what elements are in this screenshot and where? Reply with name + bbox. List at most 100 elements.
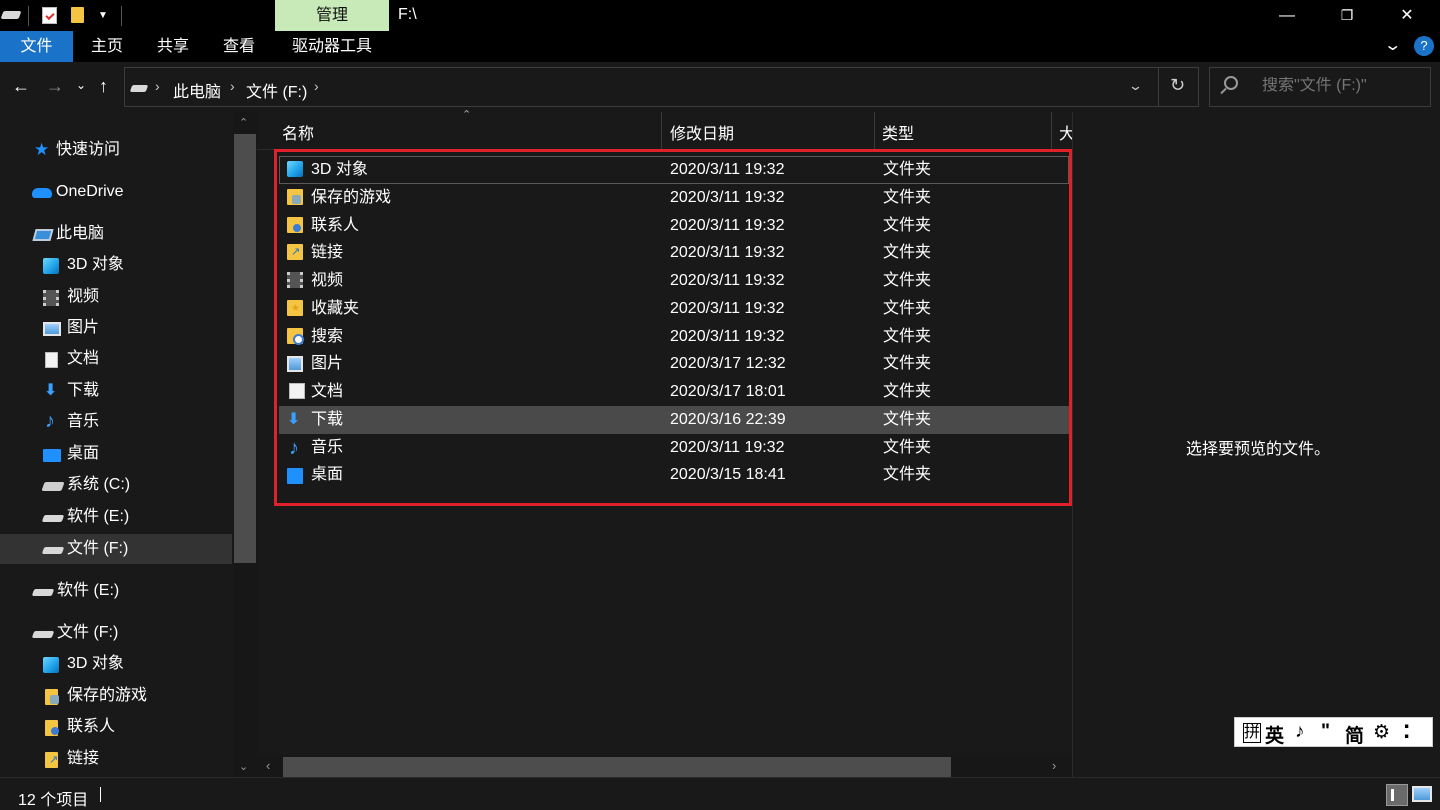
new-folder-icon[interactable] — [71, 7, 84, 23]
nav-scrollbar[interactable]: ⌃ ⌄ — [233, 112, 257, 777]
nav-label: 联系人 — [67, 718, 116, 735]
column-divider[interactable] — [1051, 112, 1052, 150]
nav-desktop[interactable]: 桌面 — [43, 439, 223, 469]
nav-scrollbar-thumb[interactable] — [234, 134, 256, 563]
chevron-right-icon[interactable]: › — [230, 78, 235, 94]
refresh-icon[interactable]: ↻ — [1170, 75, 1185, 96]
nav-label: 下载 — [67, 382, 100, 399]
nav-onedrive[interactable]: OneDrive — [32, 177, 222, 207]
nav-label: 文档 — [67, 350, 100, 367]
ime-fullwidth-icon[interactable]: " — [1321, 721, 1330, 743]
scroll-down-icon[interactable]: ⌄ — [239, 760, 248, 773]
scroll-up-icon[interactable]: ⌃ — [239, 116, 248, 129]
nav-3d-objects[interactable]: 3D 对象 — [43, 250, 223, 280]
nav-drive-f-root[interactable]: 文件 (F:) — [31, 618, 223, 648]
nav-label: 3D 对象 — [67, 256, 124, 273]
divider — [28, 6, 29, 26]
search-box[interactable] — [1209, 67, 1431, 107]
column-type[interactable]: 类型 — [882, 120, 914, 144]
help-icon[interactable]: ? — [1414, 36, 1434, 56]
ime-english-icon[interactable]: 英 — [1265, 721, 1284, 748]
music-icon: ♪ — [45, 410, 55, 432]
nav-documents[interactable]: 文档 — [43, 344, 223, 374]
nav-label: 链接 — [67, 750, 100, 767]
chevron-right-icon[interactable]: › — [314, 78, 319, 94]
nav-label: 视频 — [67, 288, 100, 305]
address-bar[interactable]: › 此电脑 › 文件 (F:) › ⌄ ↻ — [124, 67, 1199, 107]
cloud-icon — [32, 188, 52, 198]
nav-label: 软件 (E:) — [67, 508, 130, 525]
properties-icon[interactable] — [42, 7, 57, 24]
ime-punctuation-icon[interactable]: ♪ — [1295, 721, 1305, 743]
nav-drive-e-root[interactable]: 软件 (E:) — [31, 576, 223, 606]
tab-manage[interactable]: 管理 — [275, 0, 389, 31]
nav-pictures[interactable]: 图片 — [43, 313, 223, 343]
tab-view[interactable]: 查看 — [210, 31, 268, 62]
search-input[interactable] — [1262, 77, 1422, 95]
title-bar: ▼ 管理 F:\ — ❐ ✕ — [0, 0, 1440, 31]
close-button[interactable]: ✕ — [1377, 0, 1437, 31]
nav-f-saved-games[interactable]: 保存的游戏 — [43, 681, 223, 711]
scroll-right-icon[interactable]: › — [1052, 758, 1056, 773]
back-icon[interactable]: ← — [12, 76, 30, 97]
tab-drive-tools[interactable]: 驱动器工具 — [275, 31, 389, 62]
drive-icon — [31, 631, 55, 638]
nav-label: 保存的游戏 — [67, 687, 148, 704]
drive-icon — [41, 547, 65, 554]
customize-quick-access-icon[interactable]: ▼ — [98, 10, 108, 21]
chevron-down-icon[interactable]: ⌄ — [1128, 78, 1143, 94]
column-divider[interactable] — [874, 112, 875, 150]
3d-objects-icon — [43, 657, 59, 673]
contacts-icon — [45, 720, 59, 736]
nav-drive-c[interactable]: 系统 (C:) — [41, 470, 223, 500]
nav-f-links[interactable]: 链接 — [43, 744, 223, 774]
search-icon — [1224, 76, 1238, 90]
nav-quick-access[interactable]: ★ 快速访问 — [34, 135, 224, 165]
large-icons-view-icon[interactable] — [1412, 786, 1432, 802]
tab-file[interactable]: 文件 — [0, 31, 73, 62]
ime-pinyin-icon[interactable]: 拼 — [1243, 723, 1262, 743]
video-icon — [43, 290, 59, 306]
drive-icon — [31, 589, 55, 596]
nav-videos[interactable]: 视频 — [43, 282, 223, 312]
drive-icon[interactable] — [0, 11, 22, 19]
nav-drive-f[interactable]: 文件 (F:) — [41, 534, 223, 564]
tab-home[interactable]: 主页 — [78, 31, 136, 62]
ribbon-tabs: 文件 主页 共享 查看 驱动器工具 ⌄ ? — [0, 31, 1440, 62]
horizontal-scrollbar[interactable]: ‹ › — [257, 755, 1072, 777]
horizontal-scrollbar-thumb[interactable] — [283, 757, 951, 777]
nav-label: 图片 — [67, 319, 100, 336]
nav-label: 快速访问 — [56, 141, 121, 158]
nav-this-pc[interactable]: 此电脑 — [32, 219, 224, 249]
ime-simplified-icon[interactable]: 简 — [1345, 721, 1364, 748]
nav-label: 桌面 — [67, 445, 100, 462]
tab-share[interactable]: 共享 — [144, 31, 202, 62]
nav-label: 系统 (C:) — [67, 476, 131, 493]
column-date[interactable]: 修改日期 — [670, 120, 734, 144]
forward-icon[interactable]: → — [46, 76, 64, 97]
nav-drive-e[interactable]: 软件 (E:) — [41, 502, 223, 532]
nav-downloads[interactable]: ⬇ 下载 — [43, 376, 223, 406]
file-list: ⌃ 名称 修改日期 类型 大 3D 对象 2020/3/11 19:32 文件夹… — [257, 109, 1075, 777]
recent-locations-icon[interactable]: ⌄ — [76, 78, 86, 92]
preview-empty-message: 选择要预览的文件。 — [1186, 441, 1331, 458]
ime-more-icon[interactable]: ⁚ — [1403, 721, 1410, 744]
details-view-icon[interactable] — [1386, 784, 1408, 806]
nav-f-3d-objects[interactable]: 3D 对象 — [43, 649, 223, 679]
column-divider[interactable] — [661, 112, 662, 150]
nav-music[interactable]: ♪ 音乐 — [43, 407, 223, 437]
nav-f-contacts[interactable]: 联系人 — [43, 712, 223, 742]
breadcrumb-this-pc[interactable]: 此电脑 — [173, 78, 221, 102]
breadcrumb-drive-f[interactable]: 文件 (F:) — [246, 78, 307, 102]
maximize-button[interactable]: ❐ — [1317, 0, 1377, 31]
chevron-right-icon[interactable]: › — [155, 78, 160, 94]
address-toolbar: ← → ⌄ ↑ › 此电脑 › 文件 (F:) › ⌄ ↻ — [0, 62, 1440, 112]
minimize-button[interactable]: — — [1257, 0, 1317, 31]
ime-settings-icon[interactable]: ⚙ — [1373, 721, 1390, 744]
expand-ribbon-icon[interactable]: ⌄ — [1383, 35, 1402, 55]
up-icon[interactable]: ↑ — [99, 76, 108, 97]
document-icon — [45, 352, 58, 368]
column-name[interactable]: 名称 — [282, 120, 314, 144]
drive-icon — [41, 515, 65, 522]
scroll-left-icon[interactable]: ‹ — [266, 758, 270, 773]
